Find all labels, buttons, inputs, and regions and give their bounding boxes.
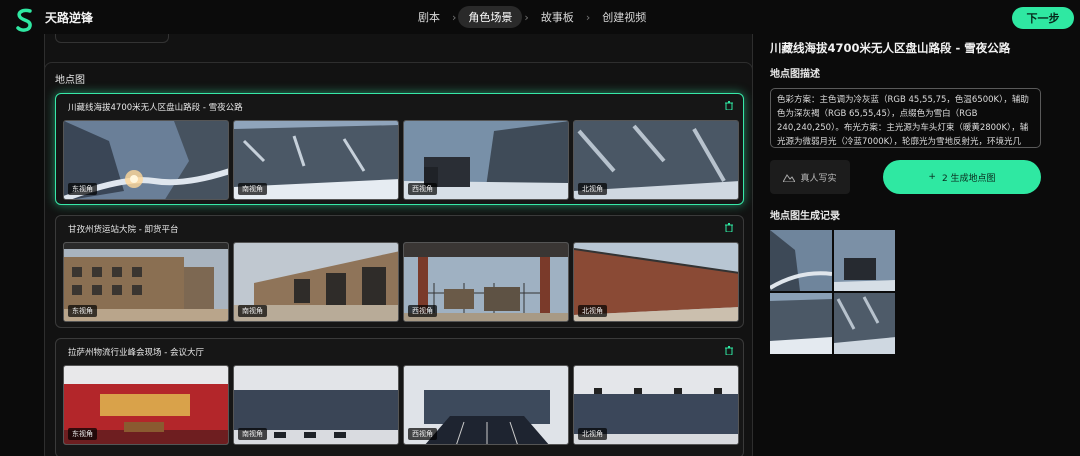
view-thumbnail-north[interactable]: 北视角 — [573, 120, 739, 200]
history-label: 地点图生成记录 — [770, 211, 840, 222]
history-image — [833, 293, 895, 354]
trash-icon[interactable] — [725, 223, 733, 232]
view-thumbnail-south[interactable]: 南视角 — [233, 365, 399, 445]
view-label: 东视角 — [68, 183, 97, 195]
panel-title: 地点图 — [55, 75, 85, 86]
view-thumbnail-south[interactable]: 南视角 — [233, 120, 399, 200]
location-title: 甘孜州货运站大院 - 卸货平台 — [68, 225, 179, 235]
view-thumbnail-south[interactable]: 南视角 — [233, 242, 399, 322]
location-card-conference-hall[interactable]: 拉萨州物流行业峰会现场 - 会议大厅 东视角 南视角 西视角 北视角 — [55, 338, 744, 456]
chevron-right-icon: › — [452, 10, 457, 24]
plus-icon: + — [928, 172, 936, 182]
step-characters-scenes[interactable]: 角色场景 — [458, 6, 523, 28]
view-label: 东视角 — [68, 428, 97, 440]
generate-location-button[interactable]: + 2 生成地点图 — [883, 160, 1041, 194]
view-thumbnail-east[interactable]: 东视角 — [63, 120, 229, 200]
step-storyboard[interactable]: 故事板 — [531, 6, 584, 28]
view-label: 北视角 — [578, 428, 607, 440]
trash-icon[interactable] — [725, 101, 733, 110]
generate-label: 2 生成地点图 — [941, 173, 996, 184]
mountain-icon — [783, 174, 796, 182]
detail-panel: 川藏线海拔4700米无人区盘山路段 - 雪夜公路 地点图描述 色彩方案：主色调为… — [770, 34, 1075, 456]
view-label: 西视角 — [408, 428, 437, 440]
next-step-button[interactable]: 下一步 — [1012, 7, 1074, 29]
view-label: 西视角 — [408, 183, 437, 195]
view-label: 南视角 — [238, 305, 267, 317]
view-thumbnail-east[interactable]: 东视角 — [63, 242, 229, 322]
history-image — [770, 293, 832, 354]
view-thumbnail-east[interactable]: 东视角 — [63, 365, 229, 445]
view-label: 北视角 — [578, 305, 607, 317]
location-card-freight-station[interactable]: 甘孜州货运站大院 - 卸货平台 东视角 南视角 西视角 北视角 — [55, 215, 744, 328]
trash-icon[interactable] — [725, 346, 733, 355]
chevron-right-icon: › — [524, 10, 529, 24]
top-bar: 天路逆锋 剧本 › 角色场景 › 故事板 › 创建视频 下一步 — [0, 0, 1080, 34]
history-image — [770, 230, 832, 291]
location-detail-title: 川藏线海拔4700米无人区盘山路段 - 雪夜公路 — [770, 41, 1011, 55]
location-title: 拉萨州物流行业峰会现场 - 会议大厅 — [68, 348, 204, 358]
main-content: 地点图 川藏线海拔4700米无人区盘山路段 - 雪夜公路 东视角 南视角 西视角 — [44, 34, 753, 456]
view-label: 南视角 — [238, 183, 267, 195]
location-panel: 地点图 川藏线海拔4700米无人区盘山路段 - 雪夜公路 东视角 南视角 西视角 — [44, 62, 753, 456]
view-thumbnail-west[interactable]: 西视角 — [403, 242, 569, 322]
location-card-snow-road[interactable]: 川藏线海拔4700米无人区盘山路段 - 雪夜公路 东视角 南视角 西视角 北视角 — [55, 93, 744, 205]
view-thumbnail-north[interactable]: 北视角 — [573, 365, 739, 445]
location-title: 川藏线海拔4700米无人区盘山路段 - 雪夜公路 — [68, 103, 243, 113]
view-label: 北视角 — [578, 183, 607, 195]
chevron-right-icon: › — [585, 10, 591, 24]
logo-icon — [16, 8, 32, 32]
step-create-video[interactable]: 创建视频 — [592, 6, 656, 28]
view-label: 西视角 — [408, 305, 437, 317]
view-thumbnail-west[interactable]: 西视角 — [403, 365, 569, 445]
description-textarea[interactable]: 色彩方案：主色调为冷灰蓝（RGB 45,55,75，色温6500K），辅助色为深… — [770, 88, 1041, 148]
step-script[interactable]: 剧本 — [408, 6, 450, 28]
style-label: 真人写实 — [800, 173, 837, 184]
view-label: 东视角 — [68, 305, 97, 317]
previous-input[interactable] — [55, 34, 169, 43]
step-nav: 剧本 › 角色场景 › 故事板 › 创建视频 — [408, 6, 656, 28]
style-selector-button[interactable]: 真人写实 — [770, 160, 850, 194]
view-thumbnail-north[interactable]: 北视角 — [573, 242, 739, 322]
generation-history-thumbnail[interactable] — [770, 230, 895, 354]
view-thumbnail-west[interactable]: 西视角 — [403, 120, 569, 200]
description-label: 地点图描述 — [770, 69, 820, 80]
app-name: 天路逆锋 — [45, 11, 94, 25]
history-image — [833, 230, 895, 291]
view-label: 南视角 — [238, 428, 267, 440]
